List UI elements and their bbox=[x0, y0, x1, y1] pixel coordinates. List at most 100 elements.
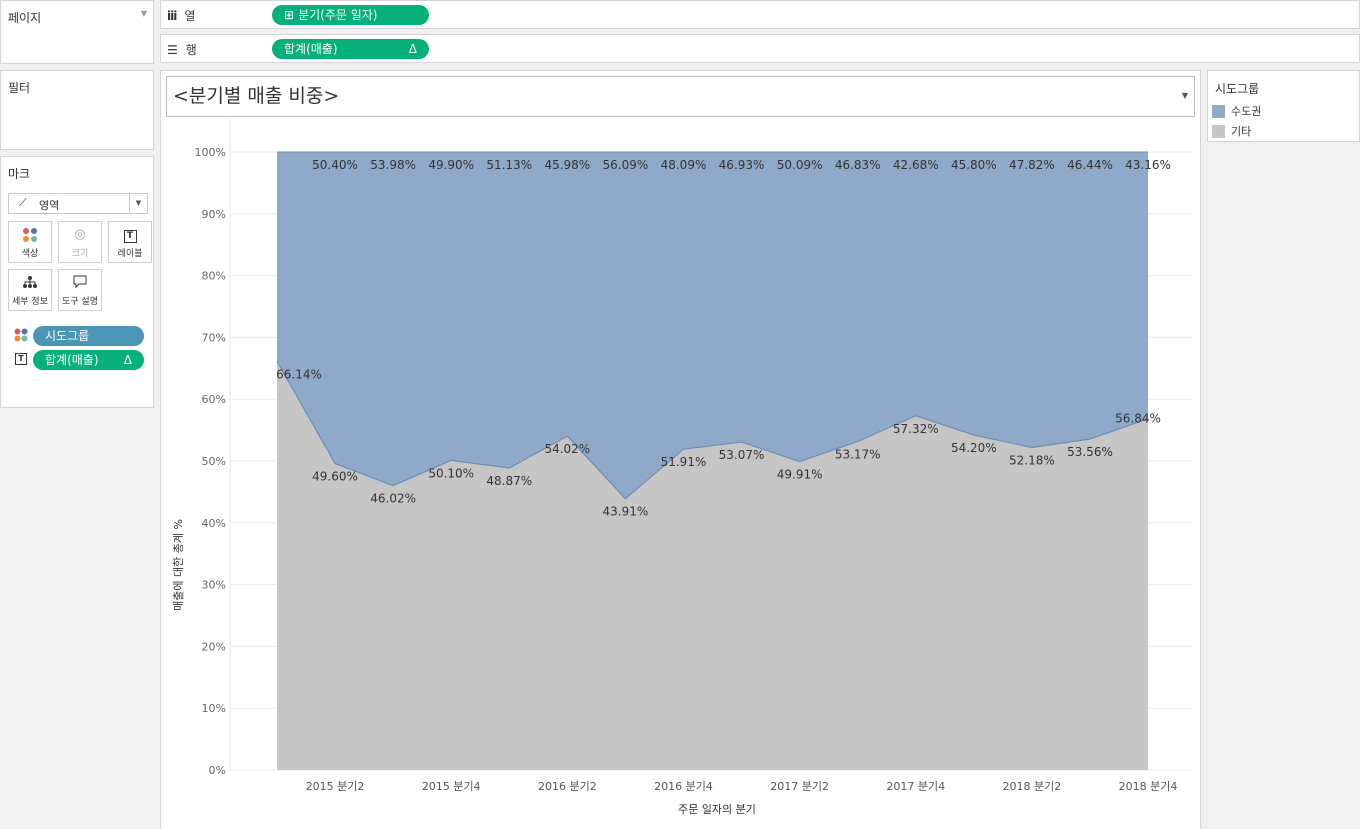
y-axis: 0% 10% 20% 30% 40% 50% 60% 70% 80% 90% 100% bbox=[195, 146, 226, 777]
data-label-capital: 42.68% bbox=[893, 158, 939, 172]
rows-pill[interactable]: 합계(매출) Δ bbox=[272, 39, 429, 59]
data-label-capital: 56.09% bbox=[603, 158, 649, 172]
data-label-other: 50.10% bbox=[428, 466, 474, 480]
y-tick-label: 0% bbox=[209, 764, 226, 777]
pages-panel[interactable]: 페이지 ▼ bbox=[0, 0, 154, 64]
data-label-capital: 45.80% bbox=[951, 158, 997, 172]
y-axis-title: 매출에 대한 총계 % bbox=[172, 519, 185, 611]
size-button[interactable]: ◎ 크기 bbox=[58, 221, 102, 263]
title-menu-icon[interactable]: ▼ bbox=[1182, 77, 1188, 115]
x-tick-label: 2015 분기2 bbox=[306, 780, 365, 793]
data-label-other: 43.91% bbox=[603, 505, 649, 519]
table-calc-delta-icon: Δ bbox=[123, 353, 132, 367]
data-label-other: 48.87% bbox=[486, 474, 532, 488]
data-label-other: 53.56% bbox=[1067, 445, 1113, 459]
expand-icon[interactable]: ⊞ bbox=[284, 8, 294, 22]
x-tick-label: 2018 분기4 bbox=[1119, 780, 1178, 793]
y-tick-label: 60% bbox=[202, 393, 226, 406]
filters-title: 필터 bbox=[8, 81, 31, 95]
color-field-label: 시도그룹 bbox=[45, 329, 90, 343]
color-field-pill[interactable]: 시도그룹 bbox=[33, 326, 144, 346]
data-label-capital: 46.93% bbox=[719, 158, 765, 172]
legend-item-other[interactable]: 기타 bbox=[1212, 123, 1251, 139]
legend-swatch bbox=[1212, 124, 1225, 138]
data-label-other: 46.02% bbox=[370, 492, 416, 506]
color-button[interactable]: 색상 bbox=[8, 221, 52, 263]
pages-title: 페이지 bbox=[8, 11, 42, 25]
tooltip-button-label: 도구 설명 bbox=[62, 297, 98, 307]
data-label-other: 66.14% bbox=[276, 367, 322, 381]
color-button-label: 색상 bbox=[21, 249, 39, 259]
data-label-capital: 50.40% bbox=[312, 158, 358, 172]
x-tick-label: 2018 분기2 bbox=[1003, 780, 1062, 793]
data-label-capital: 50.09% bbox=[777, 158, 823, 172]
columns-pill-label: 분기(주문 일자) bbox=[298, 8, 378, 22]
data-label-capital: 46.44% bbox=[1067, 158, 1113, 172]
table-calc-delta-icon: Δ bbox=[408, 42, 417, 56]
y-tick-label: 50% bbox=[202, 455, 226, 468]
columns-pill[interactable]: ⊞ 분기(주문 일자) bbox=[272, 5, 429, 25]
data-label-capital: 53.98% bbox=[370, 158, 416, 172]
data-label-other: 53.07% bbox=[719, 448, 765, 462]
pages-dropdown-icon[interactable]: ▼ bbox=[141, 9, 147, 18]
data-label-capital: 51.13% bbox=[486, 158, 532, 172]
data-label-capital: 46.83% bbox=[835, 158, 881, 172]
data-label-other: 54.02% bbox=[544, 442, 590, 456]
x-tick-label: 2017 분기4 bbox=[886, 780, 945, 793]
data-label-capital: 47.82% bbox=[1009, 158, 1055, 172]
legend-title: 시도그룹 bbox=[1215, 82, 1260, 96]
area-chart[interactable]: 0% 10% 20% 30% 40% 50% 60% 70% 80% 90% 100% 2015 분… bbox=[160, 119, 1201, 829]
color-icon bbox=[9, 222, 51, 246]
marks-title: 마크 bbox=[8, 167, 31, 181]
chevron-down-icon: ▼ bbox=[129, 194, 147, 213]
x-tick-label: 2016 분기2 bbox=[538, 780, 597, 793]
data-label-other: 53.17% bbox=[835, 447, 881, 461]
y-tick-label: 80% bbox=[202, 270, 226, 283]
mark-type-dropdown[interactable]: ⟋ 영역 ▼ bbox=[8, 193, 148, 214]
legend-panel[interactable]: 시도그룹 수도권 기타 bbox=[1207, 70, 1360, 142]
tooltip-icon bbox=[59, 270, 101, 294]
size-button-label: 크기 bbox=[71, 249, 89, 259]
data-label-other: 56.84% bbox=[1115, 412, 1161, 426]
y-tick-label: 90% bbox=[202, 208, 226, 221]
data-label-capital: 45.98% bbox=[544, 158, 590, 172]
tooltip-button[interactable]: 도구 설명 bbox=[58, 269, 102, 311]
y-tick-label: 10% bbox=[202, 702, 226, 715]
columns-icon: iii bbox=[167, 8, 177, 23]
columns-shelf-label: 열 bbox=[184, 9, 196, 23]
x-tick-label: 2015 분기4 bbox=[422, 780, 481, 793]
label-field-pill[interactable]: 합계(매출) Δ bbox=[33, 350, 144, 370]
label-button[interactable]: T 레이블 bbox=[108, 221, 152, 263]
x-tick-label: 2017 분기2 bbox=[770, 780, 829, 793]
data-label-other: 49.60% bbox=[312, 469, 358, 483]
label-field-icon: T bbox=[15, 353, 27, 365]
legend-item-capital[interactable]: 수도권 bbox=[1212, 103, 1261, 119]
chart-title[interactable]: <분기별 매출 비중> ▼ bbox=[166, 76, 1195, 117]
data-label-other: 54.20% bbox=[951, 441, 997, 455]
detail-icon bbox=[9, 270, 51, 294]
data-label-capital: 43.16% bbox=[1125, 158, 1171, 172]
mark-type-label: 영역 bbox=[39, 199, 60, 212]
data-label-other: 57.32% bbox=[893, 422, 939, 436]
y-tick-label: 20% bbox=[202, 640, 226, 653]
y-tick-label: 70% bbox=[202, 331, 226, 344]
rows-shelf-label: 행 bbox=[185, 43, 197, 57]
label-icon: T bbox=[109, 222, 151, 246]
rows-icon: ☰ bbox=[167, 42, 178, 57]
label-button-label: 레이블 bbox=[117, 249, 143, 259]
x-tick-label: 2016 분기4 bbox=[654, 780, 713, 793]
rows-shelf[interactable]: ☰ 행 합계(매출) Δ bbox=[160, 34, 1360, 63]
area-mark-icon: ⟋ bbox=[19, 196, 27, 209]
x-axis-title: 주문 일자의 분기 bbox=[678, 802, 756, 816]
filters-panel[interactable]: 필터 bbox=[0, 70, 154, 150]
y-tick-label: 100% bbox=[195, 146, 226, 159]
detail-button-label: 세부 정보 bbox=[12, 297, 48, 307]
data-label-capital: 48.09% bbox=[661, 158, 707, 172]
data-label-other: 51.91% bbox=[661, 455, 707, 469]
chart-title-text: <분기별 매출 비중> bbox=[173, 85, 340, 107]
y-tick-label: 40% bbox=[202, 517, 226, 530]
columns-shelf[interactable]: iii 열 ⊞ 분기(주문 일자) bbox=[160, 0, 1360, 29]
legend-label: 수도권 bbox=[1231, 105, 1262, 118]
detail-button[interactable]: 세부 정보 bbox=[8, 269, 52, 311]
data-label-capital: 49.90% bbox=[428, 158, 474, 172]
